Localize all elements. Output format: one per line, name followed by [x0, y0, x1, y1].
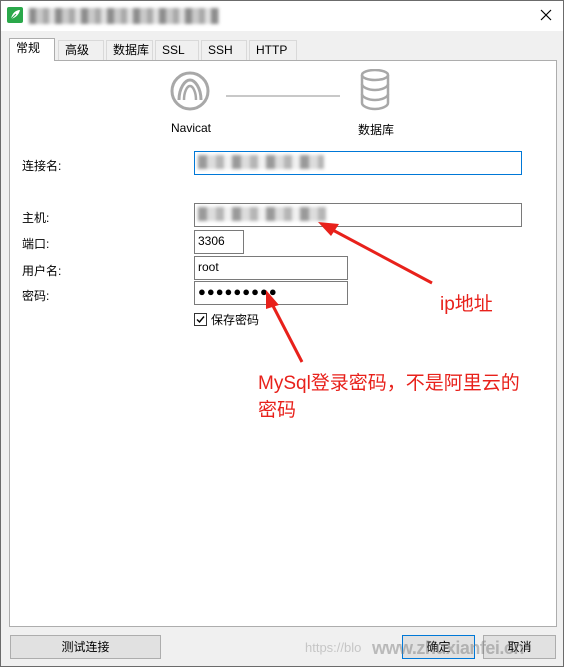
- checkmark-icon: [196, 315, 205, 323]
- connection-dialog: ████████████████ 常规 高级 数据库 SSL SSH HTTP: [0, 0, 564, 667]
- close-icon: [540, 9, 552, 21]
- save-password-checkbox[interactable]: [194, 312, 207, 326]
- window-title: ████████████████: [29, 8, 219, 24]
- port-label: 端口:: [22, 237, 50, 251]
- save-password-row: 保存密码: [194, 311, 259, 327]
- general-panel: Navicat 数据库 连接名: 主机: 端口: 3306 用户名: root …: [9, 60, 557, 627]
- tab-ssl[interactable]: SSL: [155, 40, 199, 60]
- host-input[interactable]: [194, 203, 522, 227]
- database-label: 数据库: [357, 123, 394, 137]
- connection-graphic: Navicat 数据库: [10, 61, 556, 141]
- navicat-logo-icon: [170, 71, 210, 111]
- connection-name-value: [198, 155, 324, 169]
- host-value: [198, 207, 326, 221]
- connection-name-label: 连接名:: [22, 159, 62, 173]
- port-input[interactable]: 3306: [194, 230, 244, 254]
- username-label: 用户名:: [22, 264, 62, 278]
- tab-ssh[interactable]: SSH: [201, 40, 247, 60]
- password-input[interactable]: ●●●●●●●●●: [194, 281, 348, 305]
- test-connection-button[interactable]: 测试连接: [10, 635, 161, 659]
- navicat-app-icon: [7, 7, 23, 23]
- annotation-mysql-line2: 密码: [258, 400, 297, 421]
- tab-general[interactable]: 常规: [9, 38, 55, 61]
- host-label: 主机:: [22, 211, 50, 225]
- tab-http[interactable]: HTTP: [249, 40, 297, 60]
- password-label: 密码:: [22, 289, 50, 303]
- watermark-url: https://blo: [305, 640, 362, 655]
- annotation-ip: ip地址: [440, 294, 493, 315]
- password-value: ●●●●●●●●●: [198, 284, 278, 299]
- tab-database[interactable]: 数据库: [106, 40, 153, 60]
- tab-advanced[interactable]: 高级: [58, 40, 104, 60]
- annotation-mysql-line1: MySql登录密码，不是阿里云的: [258, 373, 520, 394]
- title-bar[interactable]: ████████████████: [1, 1, 563, 31]
- watermark-site: www.zhuxianfei.cn: [372, 638, 524, 658]
- save-password-label: 保存密码: [211, 312, 260, 327]
- username-input[interactable]: root: [194, 256, 348, 280]
- connection-name-input[interactable]: [194, 151, 522, 175]
- connection-line: [226, 95, 340, 97]
- close-button[interactable]: [535, 5, 557, 25]
- database-icon: [360, 69, 390, 111]
- navicat-label: Navicat: [170, 121, 211, 135]
